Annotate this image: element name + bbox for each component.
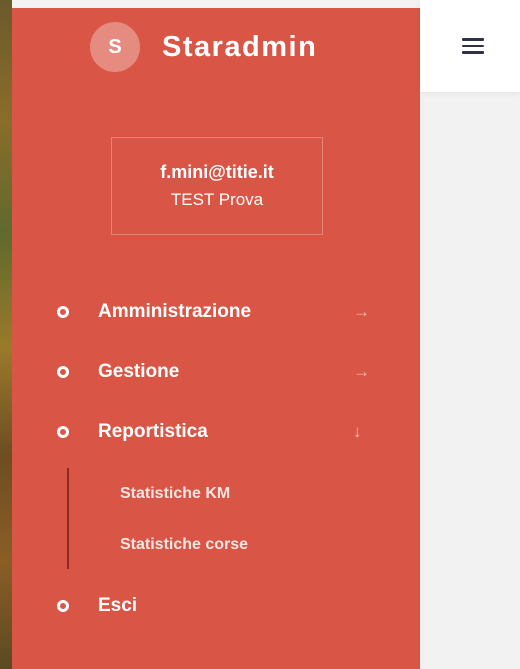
top-navbar <box>420 0 520 92</box>
arrow-right-icon: → <box>353 362 370 381</box>
circle-bullet-icon <box>57 600 69 612</box>
circle-bullet-icon <box>57 426 69 438</box>
sidebar-item-reportistica[interactable]: Reportistica ↓ <box>12 414 420 450</box>
submenu-item-statistiche-corse[interactable]: Statistiche corse <box>120 536 248 554</box>
sidebar-item-label: Reportistica <box>98 421 208 442</box>
submenu-item-statistiche-km[interactable]: Statistiche KM <box>120 485 230 503</box>
sidebar-item-gestione[interactable]: Gestione → <box>12 354 420 390</box>
brand[interactable]: S Staradmin <box>90 22 317 72</box>
brand-logo: S <box>90 22 140 72</box>
sidebar: S Staradmin f.mini@titie.it TEST Prova A… <box>12 8 420 669</box>
sidebar-item-label: Amministrazione <box>98 301 252 322</box>
arrow-down-icon: ↓ <box>353 422 362 441</box>
background-image-strip <box>0 0 12 669</box>
user-name: TEST Prova <box>170 190 264 209</box>
sidebar-item-label: Gestione <box>98 361 180 382</box>
user-email: f.mini@titie.it <box>160 162 274 182</box>
sidebar-item-amministrazione[interactable]: Amministrazione → <box>12 294 420 330</box>
hamburger-menu-icon[interactable] <box>462 38 484 54</box>
submenu-indicator-line <box>67 468 69 569</box>
circle-bullet-icon <box>57 366 69 378</box>
sidebar-item-label: Esci <box>98 595 138 616</box>
sidebar-item-esci[interactable]: Esci <box>12 588 420 624</box>
arrow-right-icon: → <box>353 302 370 321</box>
user-profile-box: f.mini@titie.it TEST Prova <box>111 137 323 235</box>
brand-name: Staradmin <box>162 30 318 63</box>
circle-bullet-icon <box>57 306 69 318</box>
